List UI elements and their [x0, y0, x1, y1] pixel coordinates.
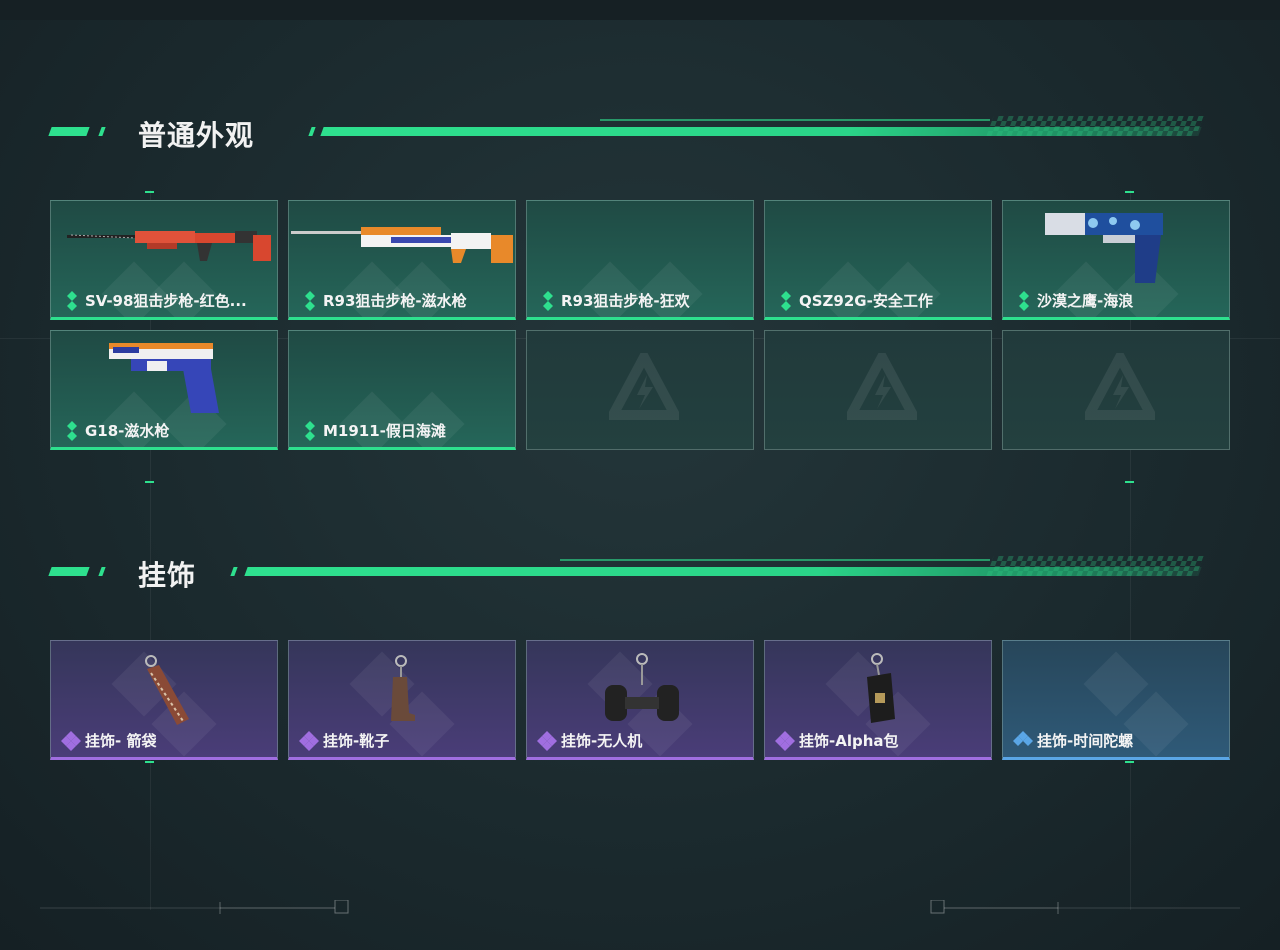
charm-label: 挂饰-无人机 — [561, 732, 643, 750]
header-dash — [48, 567, 90, 576]
corner-tick — [1125, 481, 1134, 483]
pistol-watergun-icon — [109, 343, 219, 413]
sniper-rifle-watergun-icon — [291, 227, 513, 263]
top-bar — [0, 0, 1280, 20]
skin-label: SV-98狙击步枪-红色... — [85, 292, 247, 310]
corner-tick — [145, 191, 154, 193]
charm-label: 挂饰-时间陀螺 — [1037, 732, 1134, 750]
quiver-charm-icon — [145, 655, 189, 725]
skin-label: R93狙击步枪-滋水枪 — [323, 292, 467, 310]
rarity-green-icon — [67, 421, 77, 441]
header-thin-line — [560, 559, 990, 561]
rarity-green-icon — [305, 421, 315, 441]
section-header-charms: 挂饰 — [0, 552, 1280, 592]
skin-card-r93-watergun[interactable]: R93狙击步枪-滋水枪 — [288, 200, 516, 320]
rarity-purple-icon — [775, 731, 795, 751]
placeholder-logo-icon — [609, 353, 679, 420]
empty-slot — [764, 330, 992, 450]
bottom-hud-decoration — [40, 900, 1240, 914]
rarity-green-icon — [67, 291, 77, 311]
charm-card-boot[interactable]: 挂饰-靴子 — [288, 640, 516, 760]
placeholder-logo-icon — [847, 353, 917, 420]
empty-slot — [1002, 330, 1230, 450]
skin-card-g18[interactable]: G18-滋水枪 — [50, 330, 278, 450]
charm-card-alpha-bag[interactable]: 挂饰-Alpha包 — [764, 640, 992, 760]
skin-card-r93-carnival[interactable]: R93狙击步枪-狂欢 — [526, 200, 754, 320]
charm-card-time-top[interactable]: 挂饰-时间陀螺 — [1002, 640, 1230, 760]
header-dash — [98, 567, 106, 576]
section-title: 普通外观 — [138, 119, 255, 152]
skin-card-desert-eagle[interactable]: 沙漠之鹰-海浪 — [1002, 200, 1230, 320]
rarity-green-icon — [543, 291, 553, 311]
boot-charm-icon — [391, 655, 415, 721]
rarity-purple-icon — [537, 731, 557, 751]
rarity-green-icon — [781, 291, 791, 311]
corner-tick — [1125, 191, 1134, 193]
corner-tick — [145, 481, 154, 483]
section-title: 挂饰 — [138, 559, 197, 592]
skin-label: R93狙击步枪-狂欢 — [561, 292, 690, 310]
skins-grid: SV-98狙击步枪-红色... R93狙击步枪-滋水枪 R93狙击步枪-狂欢 Q… — [50, 200, 1230, 450]
placeholder-logo-icon — [1085, 353, 1155, 420]
charm-label: 挂饰-靴子 — [323, 732, 390, 750]
rarity-green-icon — [1019, 291, 1029, 311]
charm-label: 挂饰-Alpha包 — [799, 732, 899, 750]
corner-tick — [145, 761, 154, 763]
charm-card-drone[interactable]: 挂饰-无人机 — [526, 640, 754, 760]
header-dash — [308, 127, 316, 136]
charm-card-quiver[interactable]: 挂饰- 箭袋 — [50, 640, 278, 760]
rarity-purple-icon — [299, 731, 319, 751]
skin-card-qsz92g[interactable]: QSZ92G-安全工作 — [764, 200, 992, 320]
charms-grid: 挂饰- 箭袋 挂饰-靴子 挂饰-无人机 挂饰-Alpha包 挂饰-时间陀螺 — [50, 640, 1230, 760]
drone-charm-icon — [605, 653, 679, 721]
rarity-purple-icon — [61, 731, 81, 751]
header-checker-pattern — [986, 556, 1204, 576]
skin-card-sv98[interactable]: SV-98狙击步枪-红色... — [50, 200, 278, 320]
rarity-green-icon — [305, 291, 315, 311]
sniper-rifle-red-icon — [67, 231, 271, 261]
header-checker-pattern — [986, 116, 1204, 136]
charm-label: 挂饰- 箭袋 — [85, 732, 157, 750]
header-dash — [48, 127, 90, 136]
skin-label: QSZ92G-安全工作 — [799, 292, 933, 310]
corner-tick — [1125, 761, 1134, 763]
desert-eagle-wave-icon — [1045, 213, 1163, 283]
alpha-bag-charm-icon — [867, 653, 895, 723]
section-header-skins: 普通外观 — [0, 112, 1280, 152]
skin-label: M1911-假日海滩 — [323, 422, 446, 440]
header-thin-line — [600, 119, 990, 121]
header-dash — [230, 567, 238, 576]
skin-label: G18-滋水枪 — [85, 422, 170, 440]
empty-slot — [526, 330, 754, 450]
header-dash — [98, 127, 106, 136]
skin-card-m1911[interactable]: M1911-假日海滩 — [288, 330, 516, 450]
rarity-blue-icon — [1013, 731, 1033, 746]
skin-label: 沙漠之鹰-海浪 — [1037, 292, 1134, 310]
